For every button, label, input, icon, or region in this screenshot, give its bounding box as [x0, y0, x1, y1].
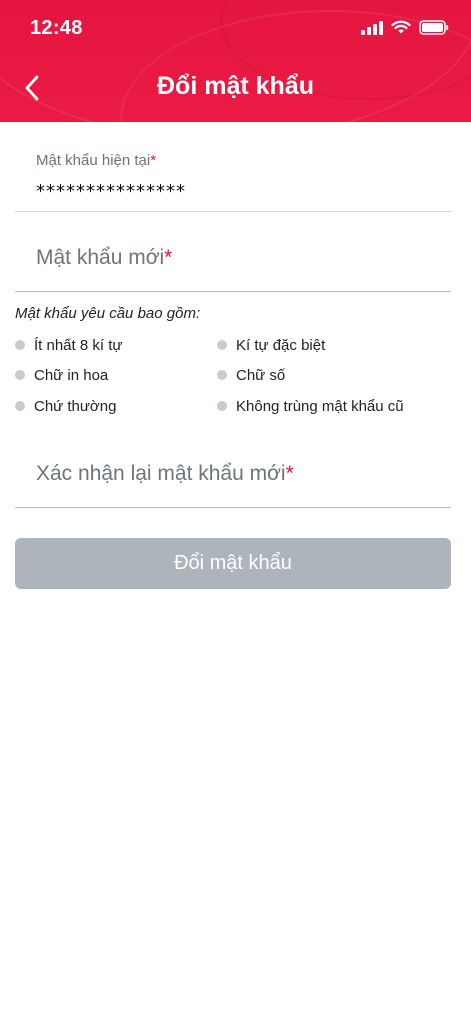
status-time: 12:48	[30, 17, 83, 39]
requirement-label: Chữ in hoa	[34, 366, 109, 384]
app-header: 12:48 Đổi mật khẩu	[0, 0, 471, 122]
status-dot	[217, 370, 227, 380]
nav-bar: Đổi mật khẩu	[0, 58, 471, 122]
required-mark: *	[150, 152, 157, 169]
status-dot	[15, 370, 25, 380]
status-dot	[15, 401, 25, 411]
status-dot	[217, 401, 227, 411]
requirement-label: Ít nhất 8 kí tự	[34, 336, 123, 354]
requirement-item: Chữ in hoa	[15, 365, 108, 385]
change-password-button[interactable]: Đổi mật khẩu	[15, 538, 451, 589]
requirement-item: Chứ thường	[15, 396, 116, 416]
new-password-placeholder: Mật khẩu mới*	[36, 246, 172, 270]
requirement-item: Kí tự đặc biệt	[217, 335, 325, 355]
current-password-value: ***************	[36, 181, 186, 202]
requirement-item: Chữ số	[217, 365, 285, 385]
requirement-label: Kí tự đặc biệt	[236, 336, 326, 354]
requirements-title: Mật khẩu yêu cầu bao gồm:	[15, 305, 201, 322]
confirm-password-field[interactable]: Xác nhận lại mật khẩu mới*	[15, 428, 451, 508]
wifi-icon	[391, 20, 411, 34]
page-title: Đổi mật khẩu	[157, 72, 314, 100]
requirement-label: Chứ thường	[34, 397, 117, 415]
current-password-field[interactable]: Mật khẩu hiện tại* ***************	[15, 122, 451, 212]
requirement-label: Chữ số	[236, 366, 286, 384]
status-dot	[15, 340, 25, 350]
confirm-password-placeholder-text: Xác nhận lại mật khẩu mới	[36, 462, 286, 485]
status-icons	[361, 20, 449, 35]
signal-icon	[361, 20, 383, 35]
status-dot	[217, 340, 227, 350]
requirement-item: Ít nhất 8 kí tự	[15, 335, 122, 355]
new-password-field[interactable]: Mật khẩu mới*	[15, 212, 451, 292]
required-mark: *	[164, 246, 173, 269]
battery-icon	[419, 20, 449, 35]
required-mark: *	[285, 462, 294, 485]
new-password-placeholder-text: Mật khẩu mới	[36, 246, 165, 269]
current-password-label-text: Mật khẩu hiện tại	[36, 152, 151, 169]
status-bar: 12:48	[0, 0, 471, 58]
requirement-label: Không trùng mật khẩu cũ	[236, 397, 404, 415]
confirm-password-placeholder: Xác nhận lại mật khẩu mới*	[36, 462, 294, 486]
requirement-item: Không trùng mật khẩu cũ	[217, 396, 404, 416]
current-password-label: Mật khẩu hiện tại*	[36, 152, 156, 169]
